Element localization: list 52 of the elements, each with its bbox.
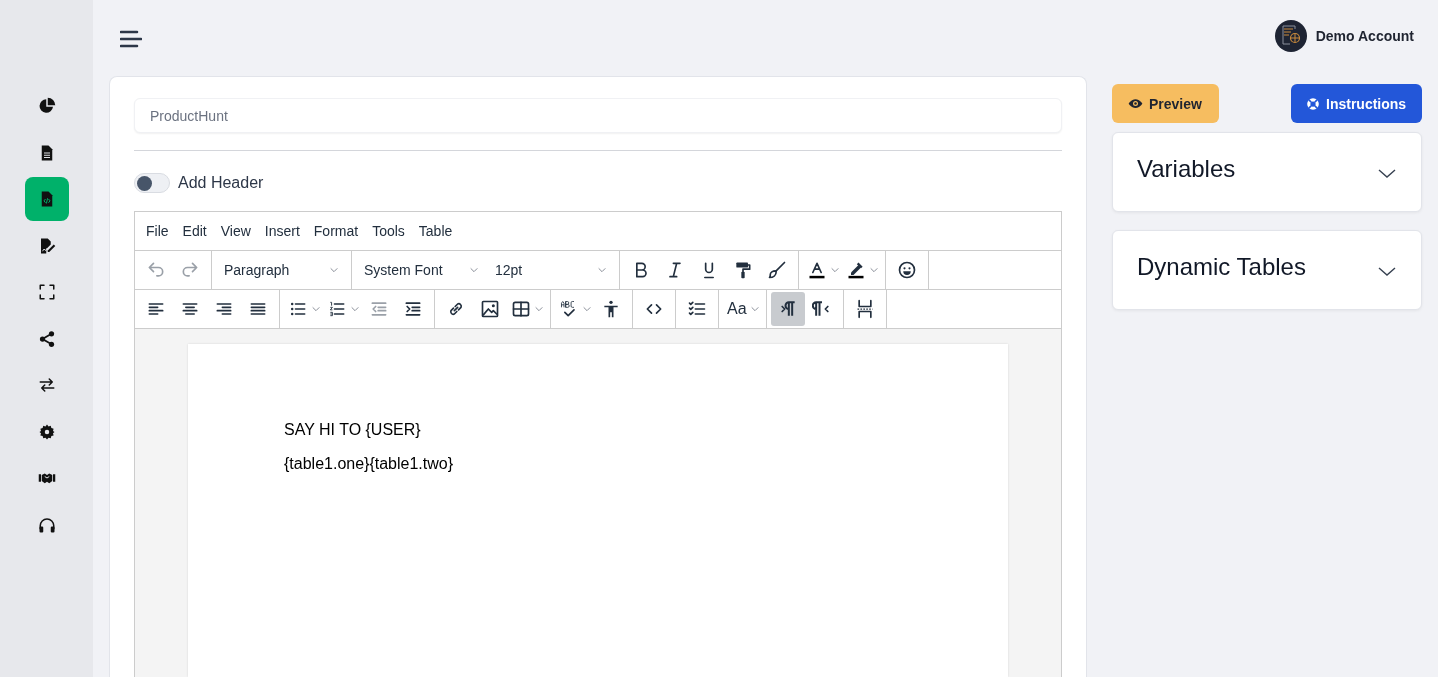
outdent-icon [369, 299, 389, 319]
dropdown[interactable]: 12pt [487, 253, 615, 287]
undo-icon [146, 260, 166, 280]
right-to-left-icon [811, 299, 832, 319]
panel-title: Variables [1137, 155, 1236, 183]
eye-icon [1128, 96, 1143, 111]
menu-button[interactable] [120, 30, 142, 48]
pie-chart-icon [37, 97, 56, 115]
accessibility-icon [601, 299, 621, 319]
settings-icon [37, 422, 56, 441]
sidebar-item[interactable] [24, 177, 69, 221]
add-header-toggle[interactable] [134, 173, 170, 193]
image-icon [480, 299, 500, 319]
table-icon [511, 299, 531, 319]
title-field[interactable]: ProductHunt [134, 98, 1062, 133]
menu-item[interactable]: Tools [365, 219, 412, 243]
fullscreen-icon [37, 283, 56, 301]
emoji-icon [897, 260, 917, 280]
paint-roller-icon [733, 260, 753, 280]
preview-button[interactable]: Preview [1112, 84, 1219, 123]
redo-icon [180, 260, 200, 280]
accordion-panel[interactable]: Dynamic Tables [1112, 230, 1422, 310]
brush-icon [767, 260, 787, 280]
accordion-panel[interactable]: Variables [1112, 132, 1422, 212]
menu-icon [120, 30, 142, 48]
chevron-down-icon [1378, 265, 1396, 277]
swap-arrows-icon [37, 376, 56, 394]
text-color-icon [807, 260, 827, 280]
menu-item[interactable]: Insert [257, 219, 307, 243]
dropdown[interactable]: Paragraph [216, 253, 347, 287]
share-icon [37, 329, 56, 348]
menu-item[interactable]: Format [306, 219, 366, 243]
instructions-button[interactable]: Instructions [1291, 84, 1422, 123]
menu-item[interactable]: Table [411, 219, 460, 243]
left-to-right-button[interactable] [770, 292, 805, 326]
indent-icon [403, 299, 423, 319]
lifebuoy-icon [1306, 96, 1320, 111]
chevron-down-icon [1378, 167, 1396, 179]
menu-item[interactable]: File [139, 219, 176, 243]
menu-item[interactable]: Edit [175, 219, 214, 243]
add-header-label: Add Header [178, 174, 264, 192]
menu-item[interactable]: View [213, 219, 258, 243]
highlighter-icon [846, 260, 866, 280]
headphones-icon [37, 515, 56, 534]
document-paragraph: SAY HI TO {USER} [284, 420, 422, 440]
document-paragraph: {table1.one}{table1.two} [284, 454, 455, 474]
split-button[interactable]: Aa [723, 292, 762, 326]
avatar-icon [1274, 20, 1307, 52]
account-name[interactable]: Demo Account [1315, 28, 1414, 44]
numbered-list-icon [327, 299, 347, 319]
panel-title: Dynamic Tables [1137, 253, 1306, 281]
dropdown[interactable]: System Font [356, 253, 487, 287]
